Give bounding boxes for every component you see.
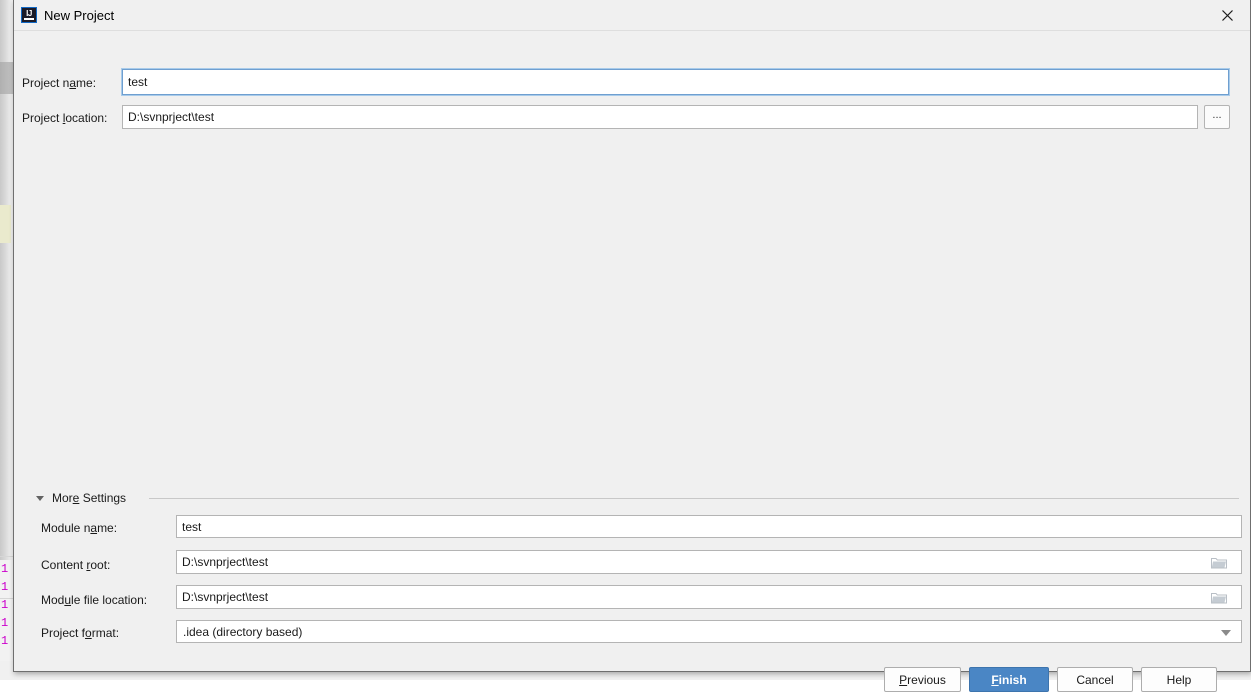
background-line-number: 1 <box>1 580 9 594</box>
chevron-down-icon <box>36 495 44 501</box>
project-format-label: Project format: <box>41 626 120 640</box>
new-project-dialog: IJ New Project Project name: Project loc… <box>13 0 1251 692</box>
project-format-value: .idea (directory based) <box>183 625 303 639</box>
more-settings-toggle[interactable]: More Settings <box>36 490 126 506</box>
background-line-number: 1 <box>1 562 9 576</box>
background-editor-highlight <box>0 205 11 243</box>
background-line-number: 1 <box>1 634 9 648</box>
module-file-location-label: Module file location: <box>41 593 148 607</box>
dialog-title-bar: IJ New Project <box>14 0 1250 31</box>
intellij-idea-icon: IJ <box>21 7 37 23</box>
folder-icon[interactable] <box>1211 591 1227 604</box>
more-settings-label: More Settings <box>52 491 127 505</box>
close-icon[interactable] <box>1205 0 1250 30</box>
folder-icon[interactable] <box>1211 556 1227 569</box>
chevron-down-icon <box>1221 630 1231 636</box>
project-location-browse-button[interactable]: ... <box>1204 105 1230 129</box>
project-location-input[interactable] <box>122 105 1198 129</box>
content-root-input[interactable] <box>176 550 1242 574</box>
dialog-content: Project name: Project location: ... More… <box>14 31 1250 692</box>
module-name-input[interactable] <box>176 515 1242 538</box>
more-settings-separator <box>149 498 1239 499</box>
ellipsis-icon: ... <box>1212 108 1222 121</box>
dialog-title: New Project <box>44 8 115 23</box>
project-format-dropdown[interactable]: .idea (directory based) <box>176 620 1242 643</box>
module-name-label: Module name: <box>41 521 118 535</box>
project-name-input[interactable] <box>122 69 1229 95</box>
content-root-label: Content root: <box>41 558 111 572</box>
module-file-location-input[interactable] <box>176 585 1242 609</box>
background-toolbar-highlight <box>0 62 13 94</box>
background-line-number: 1 <box>1 616 9 630</box>
project-location-label: Project location: <box>22 111 108 125</box>
project-name-label: Project name: <box>22 76 97 90</box>
